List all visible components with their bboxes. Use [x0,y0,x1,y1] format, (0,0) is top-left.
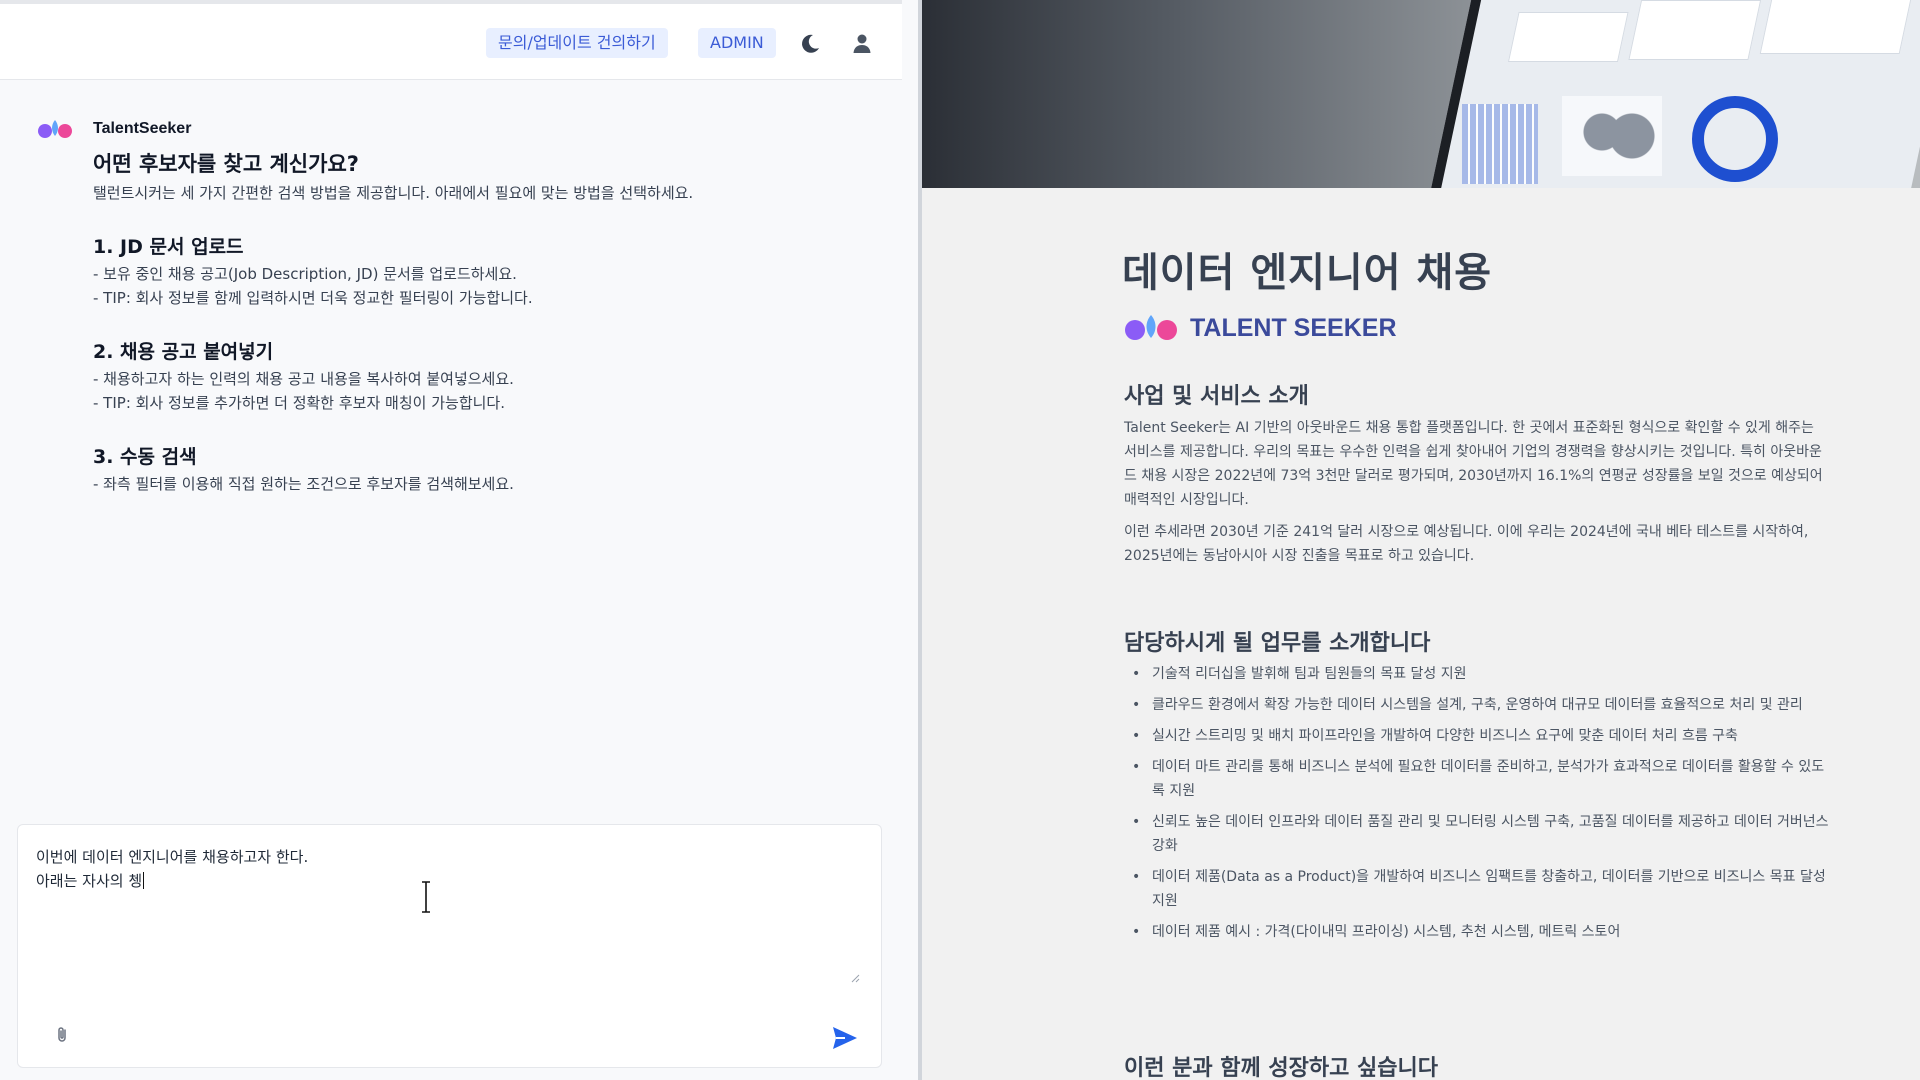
section-line: - 채용하고자 하는 인력의 채용 공고 내용을 복사하여 붙여넣으세요. [93,370,514,388]
talent-seeker-logo-icon [1125,315,1177,340]
dashboard-tile [1628,0,1762,60]
text-caret [143,872,145,889]
text-cursor-icon [422,881,430,913]
about-paragraph: Talent Seeker는 AI 기반의 아웃바운드 채용 통합 플랫폼입니다… [1124,420,1823,508]
hero-image [922,0,1920,188]
section-line: - 좌측 필터를 이용해 직접 원하는 조건으로 후보자를 검색해보세요. [93,475,514,493]
inquiry-button[interactable]: 문의/업데이트 건의하기 [486,28,668,58]
duty-item: 신뢰도 높은 데이터 인프라와 데이터 품질 관리 및 모니터링 시스템 구축,… [1126,810,1831,858]
duty-item: 데이터 마트 관리를 통해 비즈니스 분석에 필요한 데이터를 준비하고, 분석… [1126,755,1831,803]
message-title: 어떤 후보자를 찾고 계신가요? [93,152,359,176]
duty-item: 데이터 제품(Data as a Product)을 개발하여 비즈니스 임팩트… [1126,865,1831,913]
section-line: - TIP: 회사 정보를 함께 입력하시면 더욱 정교한 필터링이 가능합니다… [93,289,533,307]
admin-button[interactable]: ADMIN [698,28,776,58]
about-paragraph: 이런 추세라면 2030년 기준 241억 달러 시장으로 예상됩니다. 이에 … [1124,524,1809,564]
section-heading: 3. 수동 검색 [93,446,197,468]
section-heading: 1. JD 문서 업로드 [93,236,244,258]
user-icon[interactable] [850,32,874,56]
chat-messages: TalentSeeker 어떤 후보자를 찾고 계신가요? 탤런트시커는 세 가… [0,84,902,824]
resize-handle-icon[interactable] [850,973,860,983]
message-input-value: 이번에 데이터 엔지니어를 채용하고자 한다. 아래는 자사의 쳉 [36,848,309,890]
duty-item: 실시간 스트리밍 및 배치 파이프라인을 개발하여 다양한 비즈니스 요구에 맞… [1126,724,1831,748]
job-title: 데이터 엔지니어 채용 [1122,250,1493,296]
about-heading: 사업 및 서비스 소개 [1124,384,1309,409]
duties-list: 기술적 리더십을 발휘해 팀과 팀원들의 목표 달성 지원 클라우드 환경에서 … [1126,662,1831,951]
brand-name: TALENT SEEKER [1190,314,1397,342]
duty-item: 기술적 리더십을 발휘해 팀과 팀원들의 목표 달성 지원 [1126,662,1831,686]
chat-pane: 문의/업데이트 건의하기 ADMIN TalentSeeker 어떤 후보자를 … [0,0,918,1080]
dashboard-heatmap [1462,104,1538,184]
section-heading: 2. 채용 공고 붙여넣기 [93,341,274,363]
message-intro: 탤런트시커는 세 가지 간편한 검색 방법을 제공합니다. 아래에서 필요에 맞… [93,184,694,202]
paperclip-icon[interactable] [52,1025,72,1045]
talentseeker-logo-icon [38,120,72,138]
dashboard-map [1562,96,1662,176]
message-composer[interactable]: 이번에 데이터 엔지니어를 채용하고자 한다. 아래는 자사의 쳉 [17,824,882,1068]
duty-item: 클라우드 환경에서 확장 가능한 데이터 시스템을 설계, 구축, 운영하여 대… [1126,693,1831,717]
send-icon[interactable] [831,1025,859,1051]
duties-heading: 담당하시게 될 업무를 소개합니다 [1124,631,1431,656]
message-input[interactable]: 이번에 데이터 엔지니어를 채용하고자 한다. 아래는 자사의 쳉 [36,845,308,893]
section-line: - 보유 중인 채용 공고(Job Description, JD) 문서를 업… [93,265,517,283]
duty-item: 데이터 제품 예시 : 가격(다이내믹 프라이싱) 시스템, 추천 시스템, 메… [1126,920,1831,944]
next-heading: 이런 분과 함께 성장하고 싶습니다 [1124,1056,1438,1080]
donut-chart-icon [1692,96,1778,182]
top-bar: 문의/업데이트 건의하기 ADMIN [0,0,902,80]
bot-name: TalentSeeker [93,120,192,137]
dashboard-tile [1507,12,1629,62]
moon-icon[interactable] [798,32,822,56]
dashboard-tile [1759,0,1912,54]
section-line: - TIP: 회사 정보를 추가하면 더 정확한 후보자 매칭이 가능합니다. [93,394,505,412]
job-posting-pane: 데이터 엔지니어 채용 TALENT SEEKER 사업 및 서비스 소개 Ta… [922,0,1920,1080]
